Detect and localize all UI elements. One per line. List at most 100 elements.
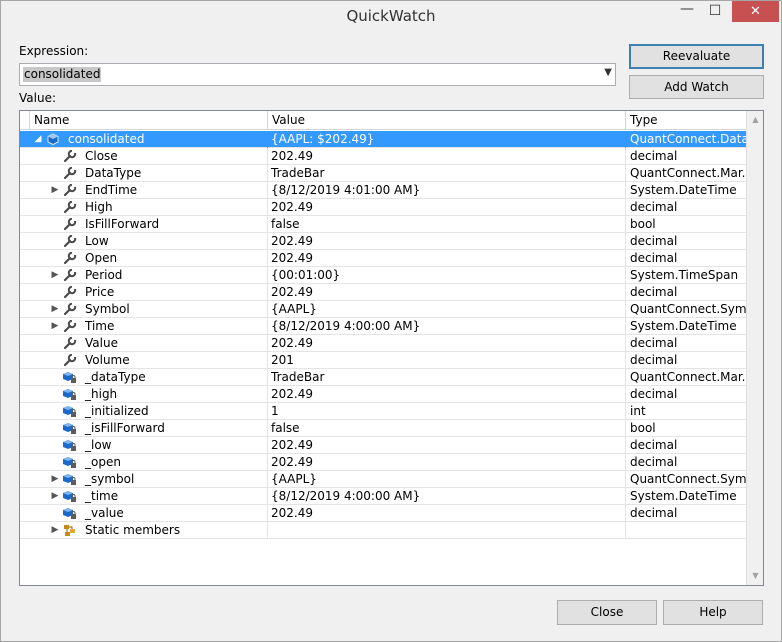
value-cell[interactable]: {AAPL} [268,471,626,488]
value-cell[interactable]: 202.49 [268,148,626,165]
table-row[interactable]: ▶ _symbol {AAPL} QuantConnect.Sym... [20,471,746,488]
table-row[interactable]: Price 202.49 decimal [20,284,746,301]
value-cell[interactable]: 202.49 [268,250,626,267]
expression-input[interactable]: consolidated [23,67,102,82]
expression-combobox[interactable]: consolidated ▼ [19,63,616,86]
title-bar[interactable]: QuickWatch — ☐ ✕ [1,1,781,31]
scroll-down-icon[interactable]: ▼ [747,567,763,584]
reevaluate-button[interactable]: Reevaluate [629,44,764,69]
table-row[interactable]: ▶ Period {00:01:00} System.TimeSpan [20,267,746,284]
table-row[interactable]: ▶ EndTime {8/12/2019 4:01:00 AM} System.Dat… [20,182,746,199]
table-row[interactable]: Value 202.49 decimal [20,335,746,352]
name-cell: _open [20,454,268,471]
value-cell[interactable] [268,522,626,539]
type-cell: QuantConnect.Sym... [630,302,746,316]
column-header-name[interactable]: Name [30,111,268,130]
table-row[interactable]: _dataType TradeBar QuantConnect.Mar... [20,369,746,386]
scroll-up-icon[interactable]: ▲ [747,111,763,128]
table-row[interactable]: _low 202.49 decimal [20,437,746,454]
close-window-icon[interactable]: ✕ [732,1,779,22]
value-cell[interactable]: 202.49 [268,335,626,352]
value-cell[interactable]: 202.49 [268,386,626,403]
type-cell [626,522,746,539]
type-cell: int [630,404,646,418]
property-icon [63,353,77,367]
value-cell[interactable]: 202.49 [268,454,626,471]
value-cell[interactable]: false [268,420,626,437]
table-row[interactable]: _open 202.49 decimal [20,454,746,471]
type-cell: System.DateTime [630,489,737,503]
type-cell: decimal [630,234,678,248]
value-cell[interactable]: {8/12/2019 4:01:00 AM} [268,182,626,199]
help-button[interactable]: Help [663,600,763,625]
table-row[interactable]: DataType TradeBar QuantConnect.Mar... [20,165,746,182]
name-cell: Price [20,284,268,301]
type-cell: decimal [630,438,678,452]
value-cell[interactable]: 202.49 [268,505,626,522]
value-cell[interactable]: 202.49 [268,284,626,301]
table-row[interactable]: ◢ consolidated {AAPL: $202.49} QuantConnect… [20,131,746,148]
table-row[interactable]: _value 202.49 decimal [20,505,746,522]
table-row[interactable]: _high 202.49 decimal [20,386,746,403]
row-name: Open [85,251,118,265]
value-cell[interactable]: false [268,216,626,233]
value-cell[interactable]: {8/12/2019 4:00:00 AM} [268,318,626,335]
row-name: IsFillForward [85,217,160,231]
maximize-icon[interactable]: ☐ [701,1,729,22]
private-field-icon [63,388,77,401]
value-cell[interactable]: 201 [268,352,626,369]
table-row[interactable]: ▶ Symbol {AAPL} QuantConnect.Sym... [20,301,746,318]
expand-arrow-icon[interactable]: ▶ [50,318,60,334]
value-cell[interactable]: 202.49 [268,437,626,454]
value-cell[interactable]: TradeBar [268,369,626,386]
table-row[interactable]: Close 202.49 decimal [20,148,746,165]
expand-arrow-icon[interactable]: ▶ [50,471,60,487]
close-button[interactable]: Close [557,600,657,625]
property-icon [63,285,77,299]
row-name: _open [85,455,121,469]
expand-arrow-icon[interactable]: ◢ [33,131,43,147]
expand-arrow-icon[interactable]: ▶ [50,267,60,283]
expand-arrow-icon[interactable]: ▶ [50,488,60,504]
table-row[interactable]: IsFillForward false bool [20,216,746,233]
window-title: QuickWatch [346,7,436,25]
expand-arrow-icon[interactable]: ▶ [50,301,60,317]
value-cell[interactable]: 202.49 [268,233,626,250]
value-cell[interactable]: {00:01:00} [268,267,626,284]
table-row[interactable]: High 202.49 decimal [20,199,746,216]
name-cell: _high [20,386,268,403]
table-row[interactable]: Volume 201 decimal [20,352,746,369]
value-cell[interactable]: TradeBar [268,165,626,182]
table-row[interactable]: _isFillForward false bool [20,420,746,437]
property-icon [63,336,77,350]
type-cell: decimal [630,200,678,214]
private-field-icon [63,507,77,520]
add-watch-button[interactable]: Add Watch [629,75,764,99]
value-cell[interactable]: {AAPL} [268,301,626,318]
name-cell: ◢ consolidated [20,131,268,148]
expand-arrow-icon[interactable]: ▶ [50,522,60,538]
column-header-type[interactable]: Type [626,111,746,130]
type-cell: bool [630,421,656,435]
expand-arrow-icon[interactable]: ▶ [50,182,60,198]
table-row[interactable]: ▶ Time {8/12/2019 4:00:00 AM} System.DateTi… [20,318,746,335]
column-header-value[interactable]: Value [268,111,626,130]
table-row[interactable]: ▶ _time {8/12/2019 4:00:00 AM} System.DateT… [20,488,746,505]
chevron-down-icon[interactable]: ▼ [604,67,612,78]
name-cell: ▶ Period [20,267,268,284]
value-cell[interactable]: 1 [268,403,626,420]
expression-label: Expression: [19,44,89,58]
table-row[interactable]: Low 202.49 decimal [20,233,746,250]
value-cell[interactable]: {8/12/2019 4:00:00 AM} [268,488,626,505]
table-row[interactable]: _initialized 1 int [20,403,746,420]
row-name: Symbol [85,302,130,316]
minimize-icon[interactable]: — [673,1,701,22]
vertical-scrollbar[interactable]: ▲ ▼ [746,111,763,585]
table-row[interactable]: Open 202.49 decimal [20,250,746,267]
value-cell[interactable]: {AAPL: $202.49} [268,131,626,148]
name-cell: Low [20,233,268,250]
table-row[interactable]: ▶ Static members [20,522,746,539]
type-cell: decimal [630,506,678,520]
value-cell[interactable]: 202.49 [268,199,626,216]
property-icon [63,251,77,265]
